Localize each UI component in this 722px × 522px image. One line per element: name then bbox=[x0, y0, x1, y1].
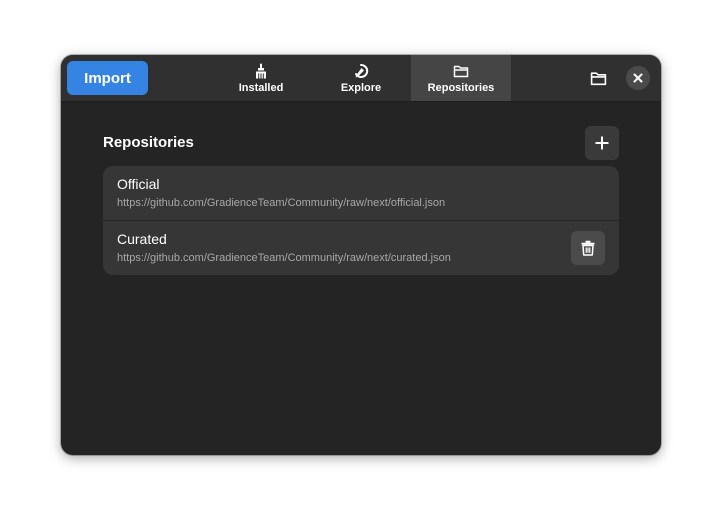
tab-installed-label: Installed bbox=[238, 81, 284, 94]
close-icon bbox=[633, 73, 643, 83]
folder-icon bbox=[590, 71, 606, 85]
tab-installed[interactable]: Installed bbox=[211, 55, 311, 101]
repository-url: https://github.com/GradienceTeam/Communi… bbox=[117, 252, 451, 264]
import-button[interactable]: Import bbox=[67, 61, 148, 95]
add-repository-button[interactable] bbox=[585, 126, 619, 160]
plus-icon bbox=[595, 136, 609, 150]
repository-name: Official bbox=[117, 176, 160, 192]
repository-list: Official https://github.com/GradienceTea… bbox=[103, 166, 619, 275]
section-title: Repositories bbox=[103, 134, 194, 151]
repository-name: Curated bbox=[117, 231, 167, 247]
open-folder-button[interactable] bbox=[584, 64, 612, 92]
repository-url: https://github.com/GradienceTeam/Communi… bbox=[117, 197, 446, 209]
tab-explore[interactable]: Explore bbox=[311, 55, 411, 101]
trash-icon bbox=[581, 240, 595, 256]
brush-icon bbox=[256, 63, 266, 78]
tab-repositories[interactable]: Repositories bbox=[411, 55, 511, 101]
tab-explore-label: Explore bbox=[340, 81, 382, 94]
app-window: Import Installed Explore Repositories Re… bbox=[61, 55, 661, 455]
explore-icon bbox=[355, 63, 369, 78]
folder-icon bbox=[453, 65, 469, 77]
close-button[interactable] bbox=[626, 66, 650, 90]
delete-repository-button[interactable] bbox=[571, 231, 605, 265]
repository-row-curated[interactable]: Curated https://github.com/GradienceTeam… bbox=[103, 221, 619, 275]
import-button-label: Import bbox=[84, 69, 131, 87]
headerbar: Import Installed Explore Repositories bbox=[61, 55, 661, 102]
repository-row-official[interactable]: Official https://github.com/GradienceTea… bbox=[103, 166, 619, 221]
tab-repositories-label: Repositories bbox=[427, 81, 495, 94]
